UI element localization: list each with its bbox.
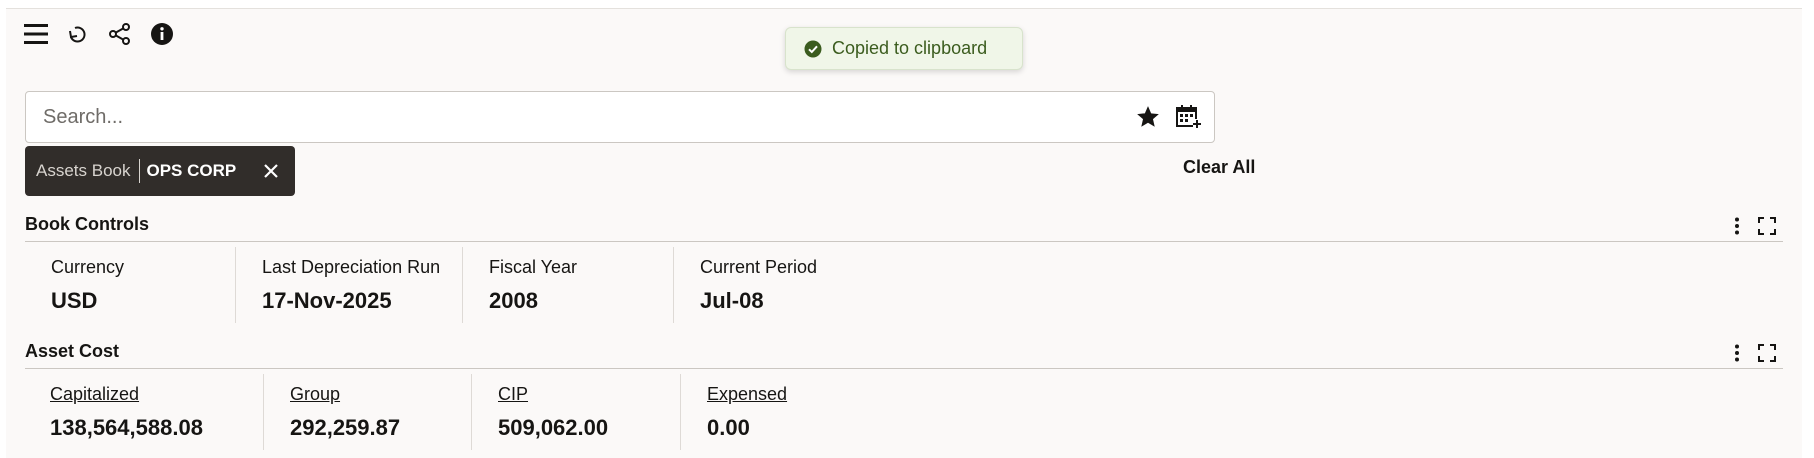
metric-capitalized: Capitalized 138,564,588.08 (25, 374, 264, 450)
more-vertical-icon (1735, 217, 1739, 235)
book-controls-metrics: Currency USD Last Depreciation Run 17-No… (25, 247, 894, 323)
metric-label: Fiscal Year (489, 257, 578, 277)
share-button[interactable] (104, 18, 136, 50)
expand-button[interactable] (1753, 212, 1781, 240)
group-link[interactable]: Group (290, 384, 471, 405)
metric-value: USD (51, 288, 98, 313)
more-vertical-icon (1735, 344, 1739, 362)
asset-cost-header: Asset Cost (25, 341, 1783, 369)
check-circle-icon (804, 40, 822, 57)
date-filter-button[interactable] (1172, 101, 1204, 133)
filter-chip-divider (138, 159, 140, 183)
metric-label: Current Period (700, 257, 818, 277)
section-title: Asset Cost (25, 341, 120, 361)
star-icon (1137, 106, 1159, 127)
metric-current-period: Current Period Jul-08 (674, 247, 894, 323)
metric-value: 17-Nov-2025 (262, 288, 392, 313)
menu-icon (24, 24, 48, 44)
capitalized-link[interactable]: Capitalized (50, 384, 263, 405)
toast-message: Copied to clipboard (832, 38, 988, 58)
close-icon (264, 164, 278, 178)
info-icon (151, 23, 173, 45)
share-icon (109, 23, 130, 45)
metric-value: 0.00 (707, 415, 750, 440)
fullscreen-icon (1758, 344, 1776, 362)
fullscreen-icon (1758, 217, 1776, 235)
toast-notification: Copied to clipboard (785, 27, 1023, 70)
filter-chip-value: OPS CORP (146, 161, 237, 180)
metric-last-depreciation-run: Last Depreciation Run 17-Nov-2025 (236, 247, 463, 323)
metric-currency: Currency USD (25, 247, 236, 323)
clear-all-button[interactable]: Clear All (1183, 157, 1255, 178)
metric-value: 292,259.87 (290, 415, 401, 440)
book-controls-header: Book Controls (25, 214, 1783, 242)
info-button[interactable] (146, 18, 178, 50)
asset-cost-metrics: Capitalized 138,564,588.08 Group 292,259… (25, 374, 901, 450)
favorites-button[interactable] (1132, 101, 1164, 133)
metric-value: 138,564,588.08 (50, 415, 203, 440)
metric-group: Group 292,259.87 (264, 374, 472, 450)
metric-value: 509,062.00 (498, 415, 609, 440)
expand-button[interactable] (1753, 339, 1781, 367)
undo-button[interactable] (62, 18, 94, 50)
search-bar (25, 91, 1215, 143)
metric-label: Currency (51, 257, 125, 277)
expensed-link[interactable]: Expensed (707, 384, 901, 405)
cip-link[interactable]: CIP (498, 384, 680, 405)
metric-cip: CIP 509,062.00 (472, 374, 681, 450)
metric-expensed: Expensed 0.00 (681, 374, 901, 450)
toolbar (20, 18, 178, 50)
metric-value: Jul-08 (700, 288, 764, 313)
section-title: Book Controls (25, 214, 149, 234)
search-input[interactable] (26, 92, 1124, 142)
metric-value: 2008 (489, 288, 538, 313)
more-actions-button[interactable] (1723, 339, 1751, 367)
metric-fiscal-year: Fiscal Year 2008 (463, 247, 674, 323)
more-actions-button[interactable] (1723, 212, 1751, 240)
menu-button[interactable] (20, 18, 52, 50)
remove-filter-button[interactable] (259, 159, 283, 183)
metric-label: Last Depreciation Run (262, 257, 441, 277)
filter-chip-label: Assets Book (36, 161, 131, 180)
filter-chip[interactable]: Assets Book OPS CORP (25, 146, 295, 196)
calendar-add-icon (1176, 105, 1201, 129)
undo-icon (69, 26, 86, 43)
